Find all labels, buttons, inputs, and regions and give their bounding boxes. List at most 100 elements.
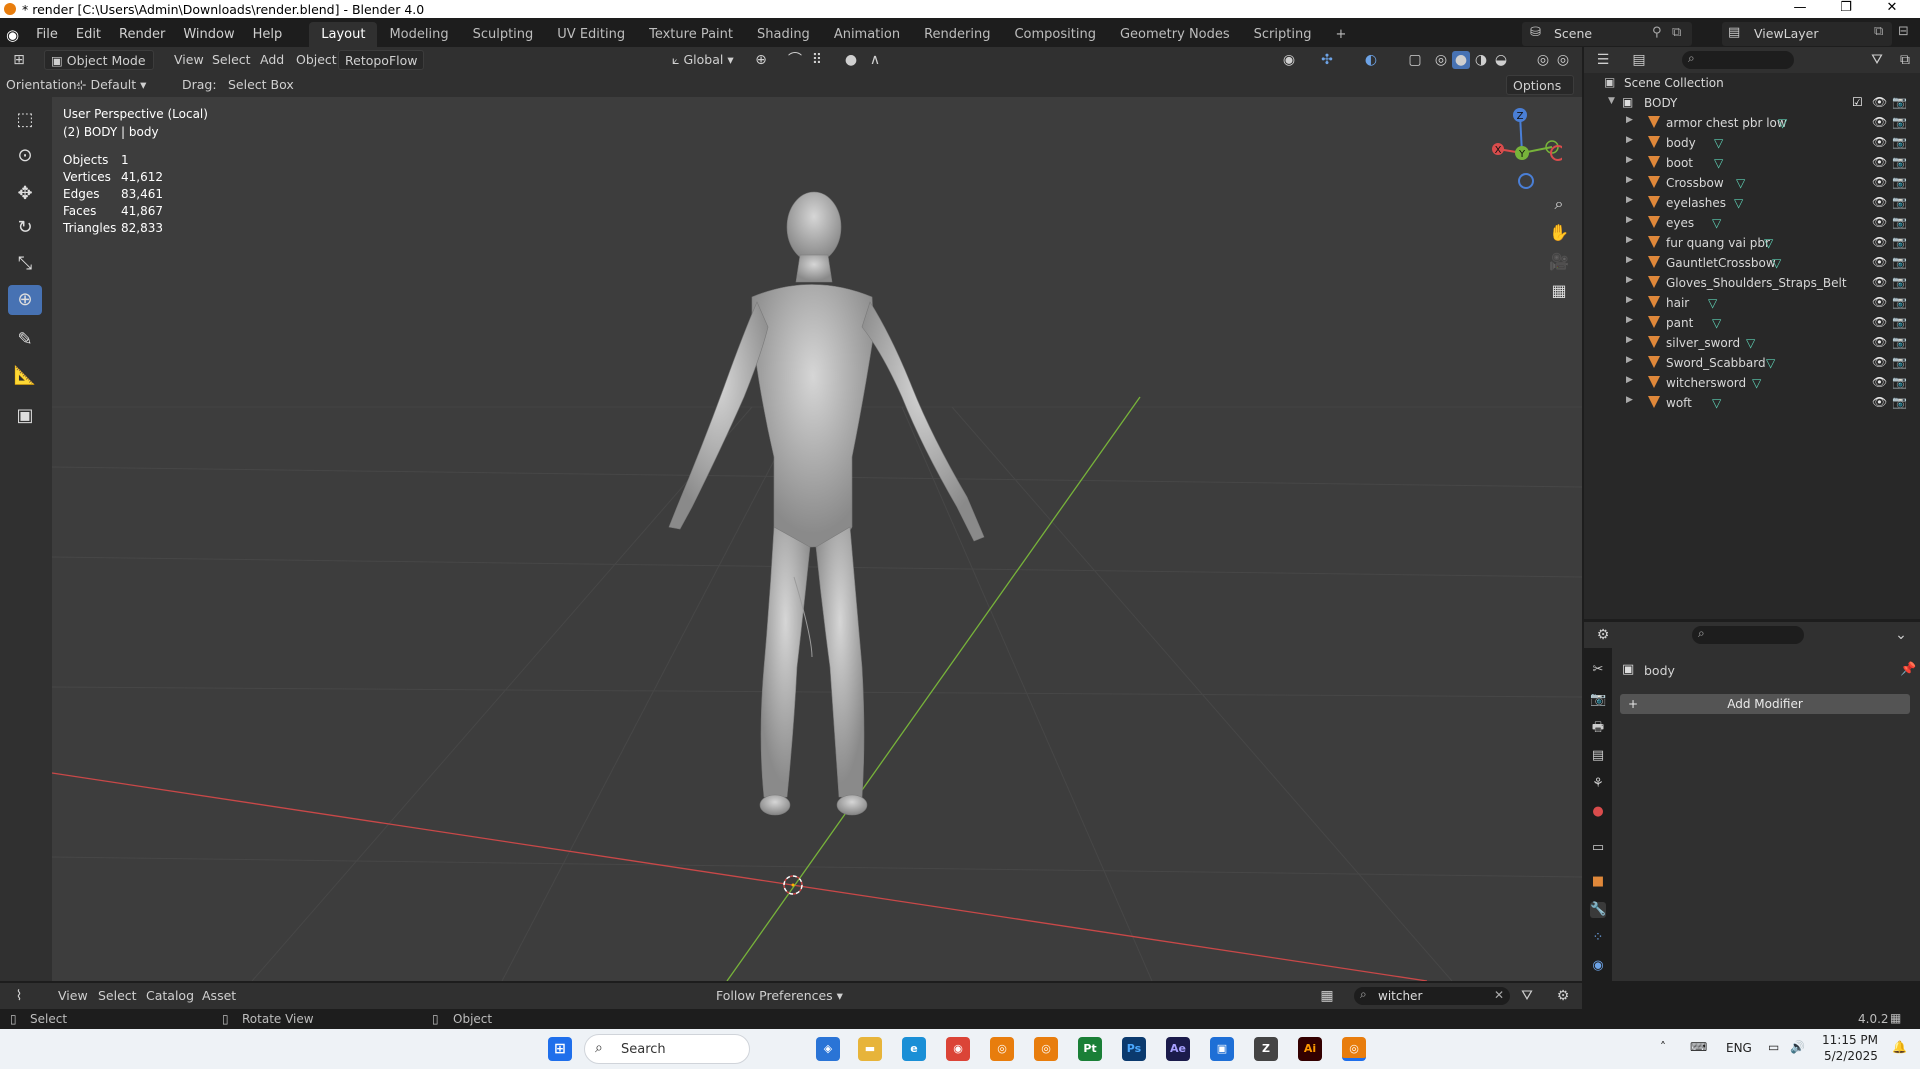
camera-view-icon[interactable]: 🎥 (1546, 249, 1572, 275)
blender-menu-icon[interactable]: ◉ (6, 26, 19, 44)
mesh-data-icon[interactable]: ▽ (1714, 156, 1723, 170)
render-tab-icon[interactable]: 📷 (1590, 692, 1606, 708)
falloff-icon[interactable]: ∧ (866, 51, 884, 69)
collection-render-camera-icon[interactable]: 📷 (1892, 95, 1907, 109)
outliner-search-input[interactable]: ⌕ (1682, 51, 1794, 69)
volume-icon[interactable]: 🔊 (1790, 1040, 1805, 1054)
gizmo-toggle-icon[interactable]: ✣ (1318, 51, 1336, 69)
tool-tab-icon[interactable]: ✂ (1590, 662, 1606, 678)
filter-icon[interactable]: ⛛ (1868, 51, 1886, 69)
taskbar-search-box[interactable]: ⌕ Search (584, 1034, 750, 1064)
view-layer-tab-icon[interactable]: ▤ (1590, 748, 1606, 764)
blender-active-icon[interactable]: ◎ (1342, 1037, 1366, 1061)
asset-menu-asset[interactable]: Asset (196, 986, 242, 1006)
tab-shading[interactable]: Shading (745, 22, 822, 48)
asset-menu-select[interactable]: Select (92, 986, 143, 1006)
particles-tab-icon[interactable]: ⁘ (1590, 930, 1606, 946)
expand-chevron-icon[interactable]: ▼ (1608, 96, 1615, 106)
cursor-tool-icon[interactable]: ⊙ (8, 141, 42, 171)
outliner-object-row[interactable]: ▶ eyes ▽ 👁 📷 (1584, 213, 1920, 233)
render-camera-icon[interactable]: 📷 (1892, 335, 1907, 349)
mesh-data-icon[interactable]: ▽ (1746, 336, 1755, 350)
tab-layout[interactable]: Layout (309, 21, 378, 48)
tab-scripting[interactable]: Scripting (1242, 22, 1324, 48)
visibility-eye-icon[interactable]: 👁 (1872, 395, 1887, 409)
visibility-eye-icon[interactable]: 👁 (1872, 315, 1887, 329)
collection-checkbox[interactable]: ☑ (1852, 95, 1863, 109)
photoshop-icon[interactable]: Ps (1122, 1037, 1146, 1061)
render-camera-icon[interactable]: 📷 (1892, 155, 1907, 169)
render-region-icon[interactable]: ◎ (1554, 51, 1572, 69)
clear-search-icon[interactable]: ✕ (1494, 988, 1504, 1002)
3d-viewport[interactable]: User Perspective (Local) (2) BODY | body… (52, 97, 1582, 981)
outliner-object-row[interactable]: ▶ boot ▽ 👁 📷 (1584, 153, 1920, 173)
mesh-data-icon[interactable]: ▽ (1766, 356, 1775, 370)
render-camera-icon[interactable]: 📷 (1892, 195, 1907, 209)
asset-filter-icon[interactable]: ⛛ (1518, 987, 1536, 1005)
tray-chevron-icon[interactable]: ˄ (1660, 1040, 1666, 1054)
zoom-icon[interactable]: ⌕ (1546, 191, 1572, 217)
outliner-object-row[interactable]: ▶ body ▽ 👁 📷 (1584, 133, 1920, 153)
mesh-data-icon[interactable]: ▽ (1712, 396, 1721, 410)
expand-arrow-icon[interactable]: ▶ (1626, 255, 1633, 265)
menu-file[interactable]: File (27, 27, 67, 42)
asset-settings-gear-icon[interactable]: ⚙ (1554, 987, 1572, 1005)
tab-animation[interactable]: Animation (822, 22, 912, 48)
material-shading-icon[interactable]: ◑ (1472, 51, 1490, 69)
overlays-icon[interactable]: ◐ (1362, 51, 1380, 69)
render-camera-icon[interactable]: 📷 (1892, 175, 1907, 189)
expand-arrow-icon[interactable]: ▶ (1626, 295, 1633, 305)
modifier-tab-icon[interactable]: 🔧 (1590, 902, 1606, 918)
pin-icon[interactable]: ⚲ (1652, 25, 1662, 40)
rotate-tool-icon[interactable]: ↻ (8, 213, 42, 243)
tab-modeling[interactable]: Modeling (377, 22, 460, 48)
asset-search-input[interactable]: ⌕ witcher ✕ (1354, 987, 1510, 1005)
outliner-object-row[interactable]: ▶ pant ▽ 👁 📷 (1584, 313, 1920, 333)
mesh-data-icon[interactable]: ▽ (1736, 176, 1745, 190)
expand-arrow-icon[interactable]: ▶ (1626, 375, 1633, 385)
proportional-edit-icon[interactable]: ● (842, 51, 860, 69)
mesh-data-icon[interactable]: ▽ (1708, 296, 1717, 310)
render-camera-icon[interactable]: 📷 (1892, 215, 1907, 229)
mesh-data-icon[interactable]: ▽ (1778, 116, 1787, 130)
expand-arrow-icon[interactable]: ▶ (1626, 155, 1633, 165)
scene-selector[interactable]: ⛁ Scene ⚲ ⧉ (1522, 22, 1692, 46)
transform-tool-icon[interactable]: ⊕ (8, 285, 42, 315)
wireframe-shading-icon[interactable]: ◎ (1432, 51, 1450, 69)
tab-uv-editing[interactable]: UV Editing (545, 22, 637, 48)
render-camera-icon[interactable]: 📷 (1892, 235, 1907, 249)
visibility-eye-icon[interactable]: 👁 (1872, 215, 1887, 229)
display-mode-icon[interactable]: ▤ (1630, 51, 1648, 69)
drag-dropdown[interactable]: Select Box ▾ (222, 75, 302, 112)
visibility-eye-icon[interactable]: 👁 (1872, 135, 1887, 149)
render-camera-icon[interactable]: 📷 (1892, 255, 1907, 269)
scale-tool-icon[interactable]: ⤡ (8, 249, 42, 279)
collection-visibility-eye-icon[interactable]: 👁 (1872, 95, 1887, 109)
add-workspace-button[interactable]: + (1323, 22, 1358, 48)
mesh-data-icon[interactable]: ▽ (1734, 196, 1743, 210)
expand-arrow-icon[interactable]: ▶ (1626, 175, 1633, 185)
remove-viewlayer-icon[interactable]: ⊟ (1898, 24, 1909, 39)
scene-collection-row[interactable]: ▣ Scene Collection (1584, 73, 1920, 93)
visibility-eye-icon[interactable]: 👁 (1872, 195, 1887, 209)
expand-arrow-icon[interactable]: ▶ (1626, 135, 1633, 145)
menu-window[interactable]: Window (174, 27, 243, 42)
mesh-data-icon[interactable]: ▽ (1714, 136, 1723, 150)
viewport-menu-view[interactable]: View (168, 50, 210, 70)
new-collection-icon[interactable]: ⧉ (1896, 51, 1914, 69)
expand-arrow-icon[interactable]: ▶ (1626, 235, 1633, 245)
editor-type-icon[interactable]: ⊞ (10, 51, 28, 69)
orientation-dropdown[interactable]: ⊹ Default ▾ (70, 75, 170, 95)
display-grid-icon[interactable]: ▦ (1318, 987, 1336, 1005)
outliner-object-row[interactable]: ▶ hair ▽ 👁 📷 (1584, 293, 1920, 313)
mesh-data-icon[interactable]: ▽ (1752, 376, 1761, 390)
new-scene-icon[interactable]: ⧉ (1672, 25, 1681, 40)
file-explorer-icon[interactable]: ▬ (858, 1037, 882, 1061)
taskbar-time[interactable]: 11:15 PM (1822, 1033, 1878, 1047)
mesh-data-icon[interactable]: ▽ (1764, 236, 1773, 250)
outliner-object-row[interactable]: ▶ eyelashes ▽ 👁 📷 (1584, 193, 1920, 213)
expand-arrow-icon[interactable]: ▶ (1626, 335, 1633, 345)
render-camera-icon[interactable]: 📷 (1892, 135, 1907, 149)
expand-arrow-icon[interactable]: ▶ (1626, 215, 1633, 225)
visibility-eye-icon[interactable]: 👁 (1872, 355, 1887, 369)
